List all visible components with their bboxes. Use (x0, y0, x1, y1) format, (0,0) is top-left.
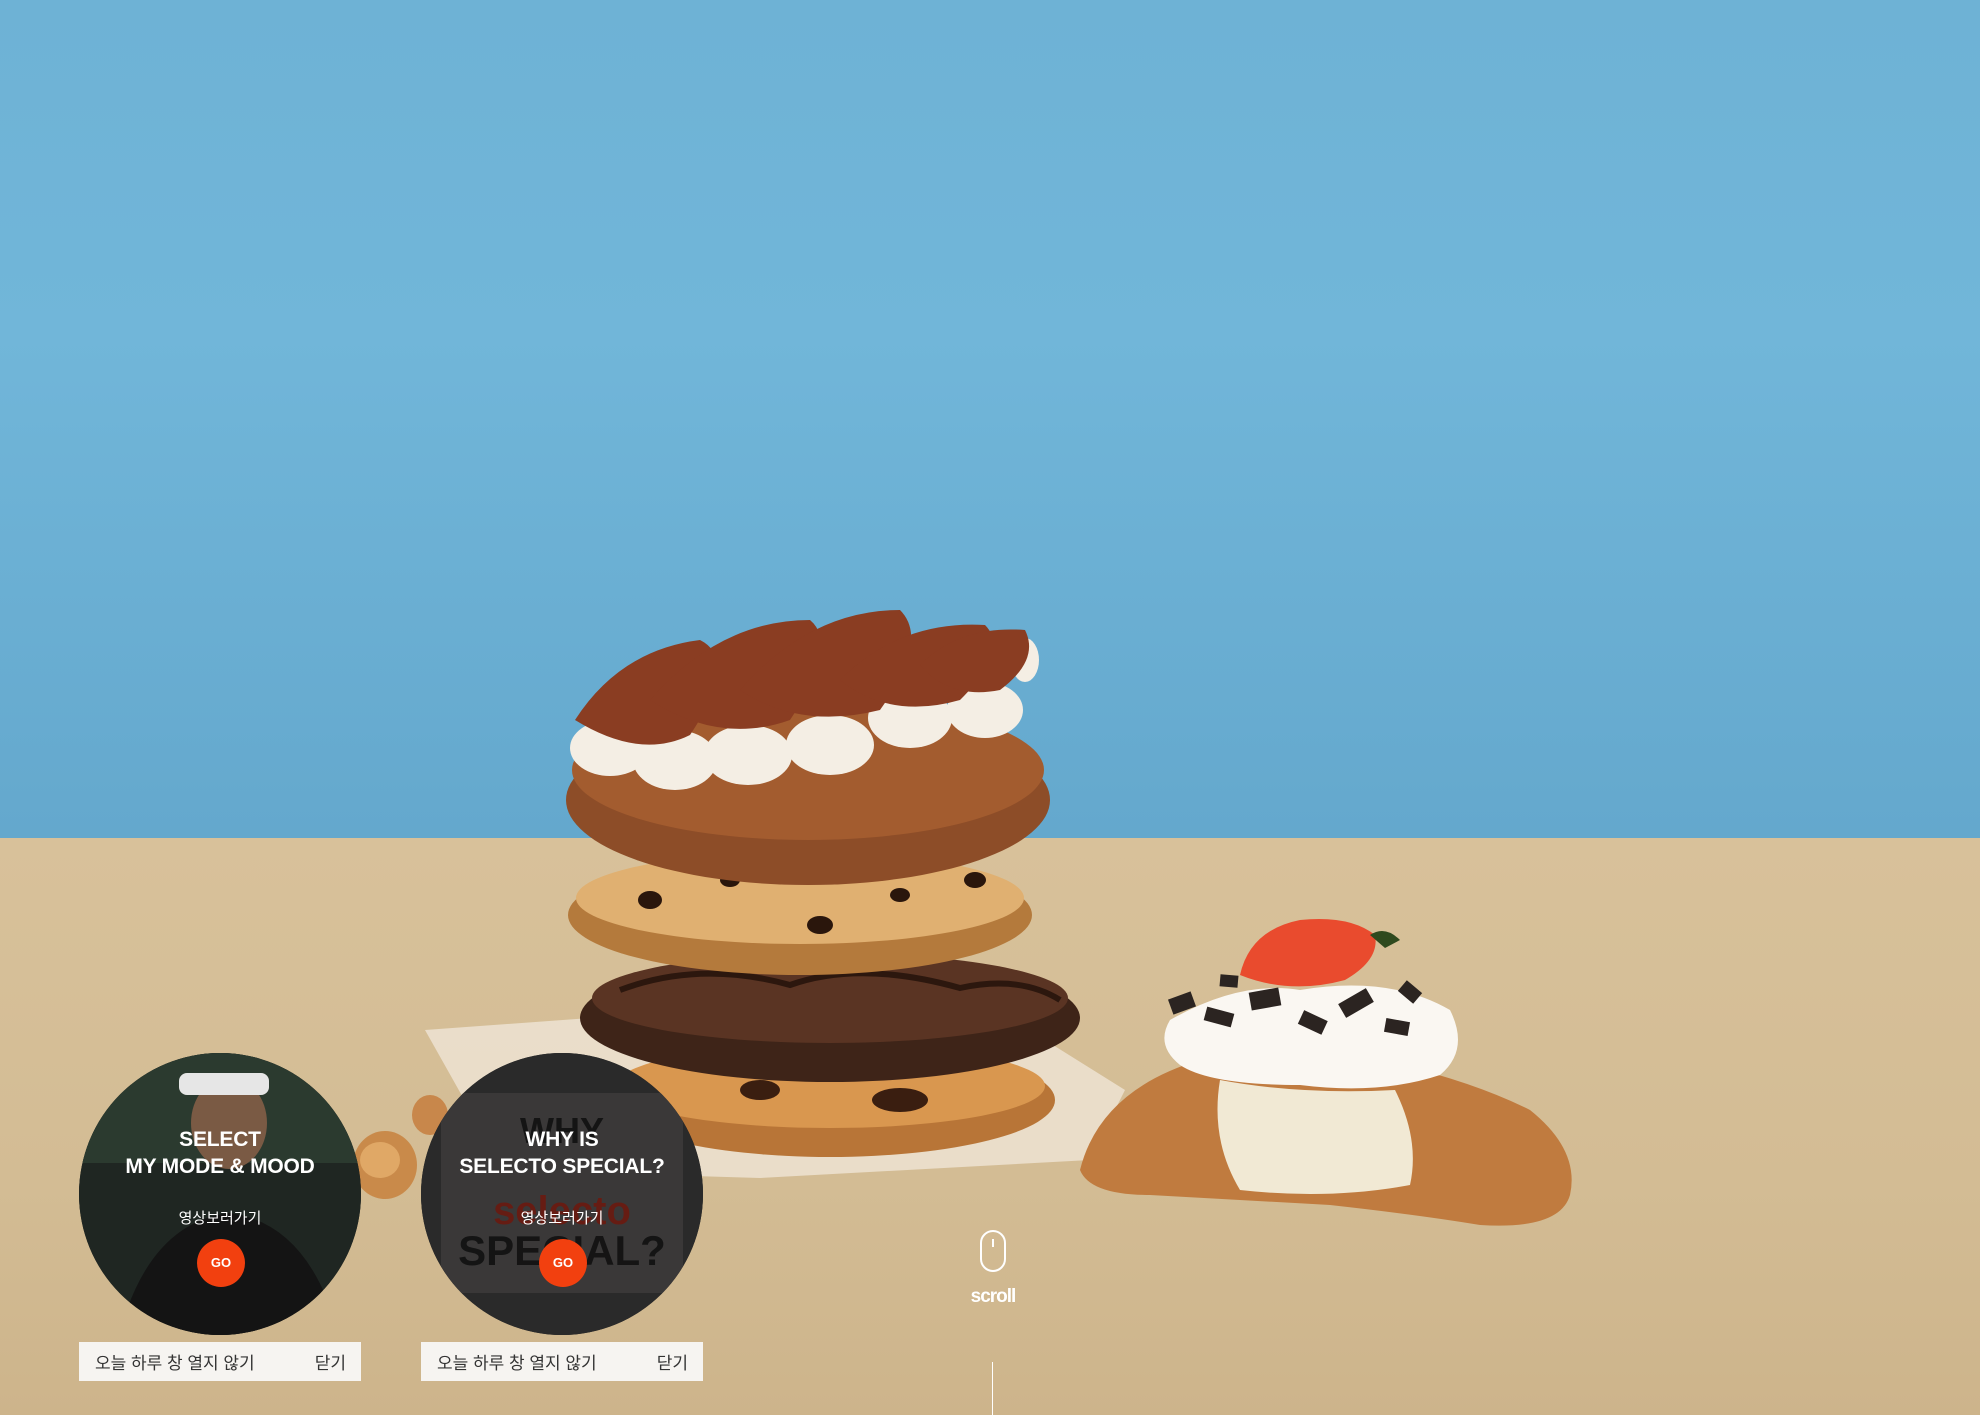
scroll-label: scroll (970, 1286, 1017, 1307)
popup-footer-bar: 오늘 하루 창 열지 않기 닫기 (79, 1342, 361, 1381)
popup-subtitle: 영상보러가기 (178, 1210, 262, 1227)
popup-title: WHY IS SELECTO SPECIAL? (421, 1126, 703, 1180)
popup-subtitle: 영상보러가기 (520, 1210, 604, 1227)
go-button[interactable]: GO (197, 1239, 245, 1287)
popup-video-thumbnail[interactable]: WHY selecto SPECIAL? WHY IS SELECTO SPEC… (421, 1053, 703, 1335)
popup-title-line2: SELECTO SPECIAL? (459, 1155, 665, 1178)
popup-title: SELECT MY MODE & MOOD (79, 1126, 361, 1180)
go-button[interactable]: GO (539, 1239, 587, 1287)
popup-content: WHY selecto SPECIAL? WHY IS SELECTO SPEC… (421, 1053, 703, 1335)
mouse-icon (980, 1230, 1006, 1272)
popup-title-line1: WHY IS (525, 1128, 599, 1151)
popup-why-selecto-special: WHY selecto SPECIAL? WHY IS SELECTO SPEC… (421, 1053, 703, 1381)
close-button[interactable]: 닫기 (315, 1349, 346, 1374)
scroll-line (992, 1362, 993, 1415)
dont-show-today-button[interactable]: 오늘 하루 창 열지 않기 (95, 1349, 255, 1374)
hero-section: SELECT MY MODE & MOOD 영상보러가기 GO 오늘 하루 창 … (0, 0, 1980, 1415)
close-button[interactable]: 닫기 (657, 1349, 688, 1374)
popup-select-mode-mood: SELECT MY MODE & MOOD 영상보러가기 GO 오늘 하루 창 … (79, 1053, 361, 1381)
popup-content: SELECT MY MODE & MOOD 영상보러가기 GO (79, 1053, 361, 1335)
popup-title-line2: MY MODE & MOOD (125, 1155, 315, 1178)
dont-show-today-button[interactable]: 오늘 하루 창 열지 않기 (437, 1349, 597, 1374)
popup-footer-bar: 오늘 하루 창 열지 않기 닫기 (421, 1342, 703, 1381)
popup-title-line1: SELECT (179, 1128, 261, 1151)
scroll-indicator[interactable]: scroll (958, 1230, 1028, 1308)
popup-video-thumbnail[interactable]: SELECT MY MODE & MOOD 영상보러가기 GO (79, 1053, 361, 1335)
